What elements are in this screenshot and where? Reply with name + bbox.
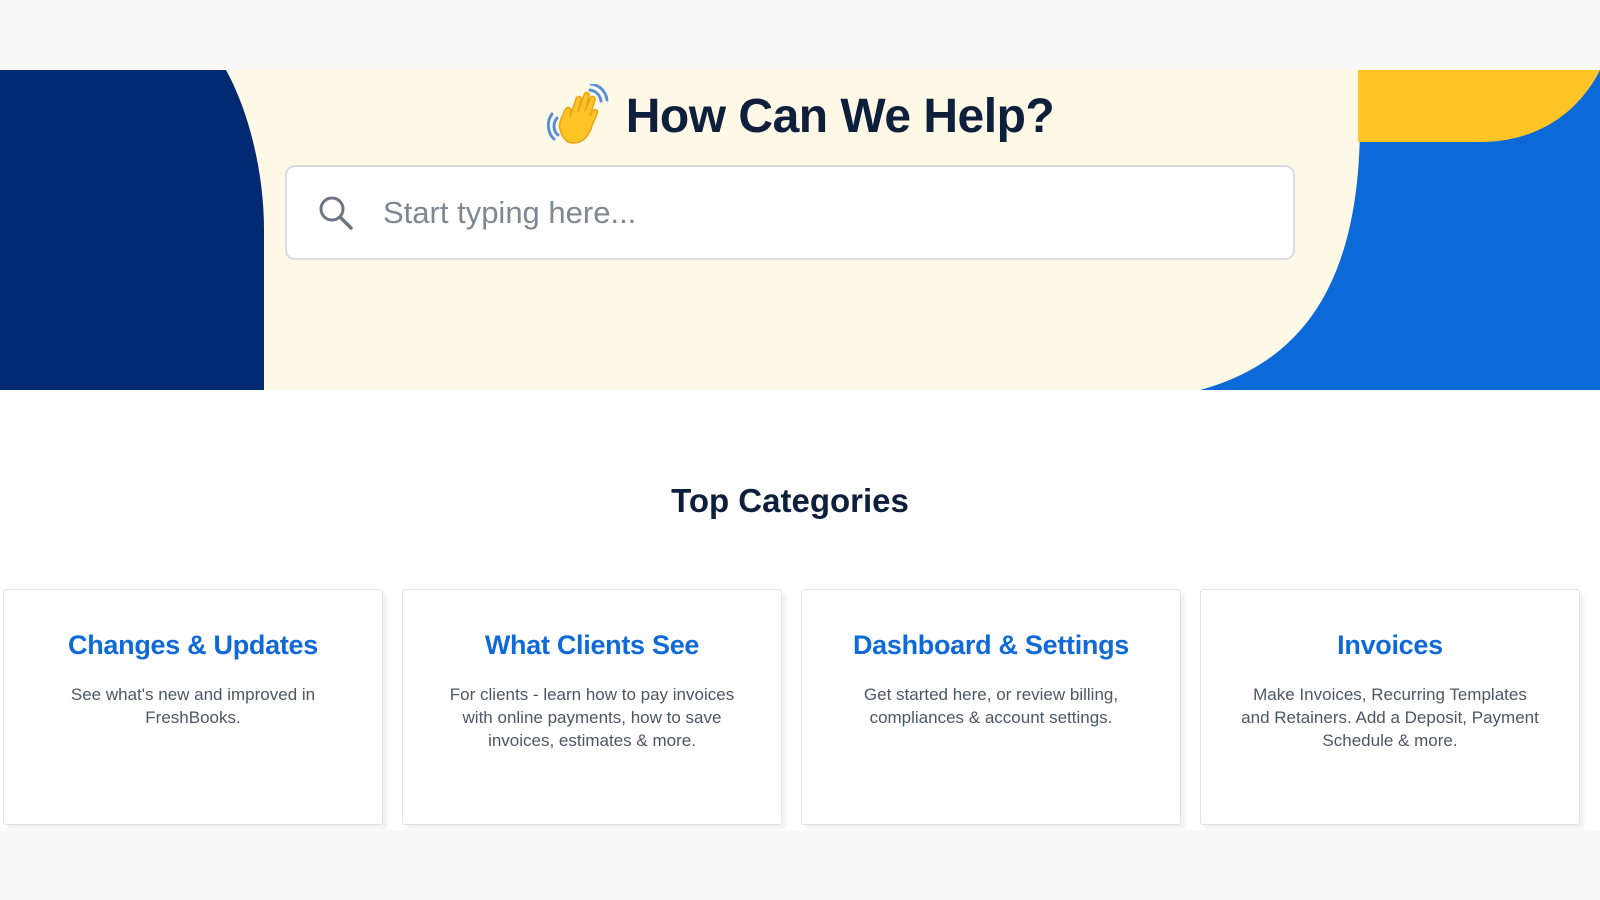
category-card-description: For clients - learn how to pay invoices … [449, 685, 735, 750]
section-heading: Top Categories [671, 482, 909, 519]
top-page-strip [0, 0, 1600, 70]
category-card-invoices[interactable]: Invoices Make Invoices, Recurring Templa… [1200, 589, 1580, 825]
hero-banner: How Can We Help? [0, 70, 1600, 390]
search-icon [319, 196, 353, 230]
bottom-page-strip [0, 830, 1600, 900]
category-card-description: See what's new and improved in FreshBook… [70, 685, 316, 727]
category-card-description: Make Invoices, Recurring Templates and R… [1241, 685, 1539, 750]
page-title: How Can We Help? [625, 89, 1055, 143]
category-card-title: What Clients See [484, 630, 700, 660]
category-card-dashboard-settings[interactable]: Dashboard & Settings Get started here, o… [801, 589, 1181, 825]
categories-section: Top Categories Changes & Updates See wha… [0, 390, 1600, 830]
hero-heading: How Can We Help? [0, 76, 1600, 156]
search-bar[interactable] [285, 165, 1295, 260]
category-card-what-clients-see[interactable]: What Clients See For clients - learn how… [402, 589, 782, 825]
category-card-changes-updates[interactable]: Changes & Updates See what's new and imp… [3, 589, 383, 825]
category-cards: Changes & Updates See what's new and imp… [3, 589, 1593, 829]
category-card-description: Get started here, or review billing, com… [863, 685, 1119, 727]
category-card-title: Invoices [1337, 630, 1443, 660]
category-card-title: Changes & Updates [68, 630, 318, 660]
search-input[interactable] [381, 181, 1293, 244]
waving-hand-icon [546, 84, 609, 144]
category-card-title: Dashboard & Settings [852, 630, 1130, 660]
